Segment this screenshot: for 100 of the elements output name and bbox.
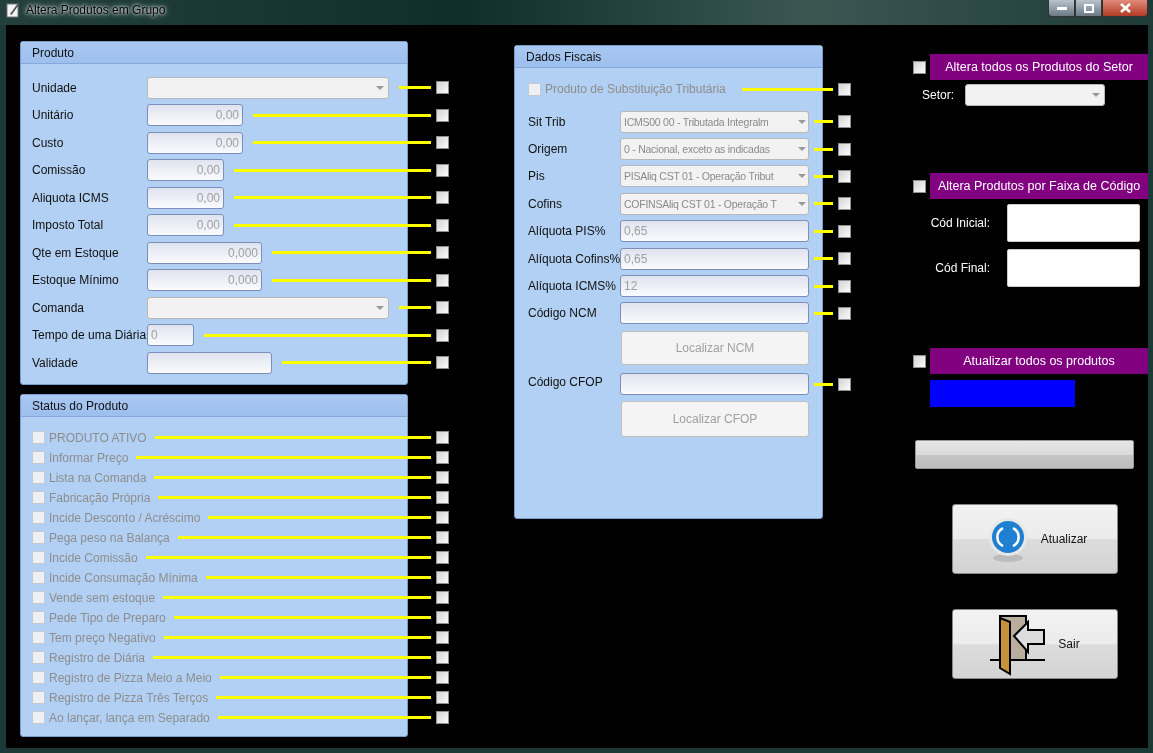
input-field[interactable]: 0,000 <box>147 269 262 292</box>
caret-icon <box>798 201 806 206</box>
notepad-icon <box>6 2 20 18</box>
dropdown[interactable] <box>965 84 1105 106</box>
checkbox[interactable] <box>838 142 851 156</box>
dropdown[interactable] <box>147 296 389 319</box>
checkbox[interactable] <box>436 273 449 287</box>
field-label: Unidade <box>32 79 78 97</box>
field-label: Alíquota ICMS% <box>528 278 618 296</box>
checkbox-label: Registro de Diária <box>49 649 146 667</box>
panel-title: Status do Produto <box>21 394 407 417</box>
leader-line <box>399 306 431 310</box>
checkbox[interactable] <box>436 356 449 370</box>
checkbox-label: Produto de Substituição Tributária <box>545 81 726 98</box>
input-field[interactable]: 0,00 <box>147 186 224 209</box>
checkbox[interactable] <box>436 328 449 342</box>
checkbox[interactable] <box>838 252 851 266</box>
checkbox-label: Ao lançar, lança em Separado <box>49 709 210 727</box>
checkbox[interactable] <box>436 108 449 122</box>
field-label: Tempo de uma Diária <box>32 327 147 345</box>
minimize-icon <box>1056 6 1067 10</box>
maximize-icon <box>1083 3 1094 13</box>
input-field[interactable] <box>1007 204 1140 242</box>
leader-line <box>814 229 833 233</box>
checkbox-label: Pede Tipo de Preparo <box>49 609 166 627</box>
checkbox[interactable] <box>436 136 449 150</box>
checkbox-label: Fabricação Própria <box>49 489 151 507</box>
maximize-button[interactable] <box>1075 0 1102 17</box>
input-field[interactable]: 0 <box>147 324 194 347</box>
leader-line <box>399 86 431 90</box>
field-label: Código CFOP <box>528 374 604 392</box>
field-label: Comanda <box>32 299 86 317</box>
checkbox-label: Registro de Pizza Meio a Meio <box>49 669 212 687</box>
input-field[interactable] <box>147 351 272 374</box>
input-field[interactable]: 0,00 <box>147 104 243 127</box>
field-label: Aliquota ICMS <box>32 189 110 207</box>
field-label: Setor: <box>921 87 955 104</box>
input-field[interactable]: 0,00 <box>147 131 243 154</box>
field-label: Sit Trib <box>528 113 567 131</box>
caret-icon <box>798 147 806 152</box>
close-button[interactable] <box>1102 0 1148 17</box>
field-label: Código NCM <box>528 305 598 323</box>
input-field[interactable] <box>620 302 809 325</box>
action-button[interactable]: Sair <box>952 609 1118 679</box>
field-label: Cód Final: <box>934 260 990 277</box>
field-label: Estoque Mínimo <box>32 272 120 290</box>
checkbox[interactable] <box>838 306 851 320</box>
dropdown[interactable]: 0 - Nacional, exceto as indicadas <box>620 138 809 161</box>
checkbox-label: PRODUTO ATIVO <box>49 429 147 447</box>
action-button[interactable]: Atualizar <box>952 504 1118 574</box>
window-title: Altera Produtos em Grupo <box>26 2 166 19</box>
section-header: Altera Produtos por Faixa de Código <box>930 173 1148 199</box>
checkbox-label: Tem preço Negativo <box>49 629 156 647</box>
checkbox-label: Incide Consumação Mínima <box>49 569 198 587</box>
checkbox-label: Pega peso na Balança <box>49 529 170 547</box>
leader-line <box>814 284 833 288</box>
field-label: Imposto Total <box>32 217 105 235</box>
checkbox[interactable] <box>436 191 449 205</box>
leader-line <box>814 257 833 261</box>
input-field[interactable]: 0,65 <box>620 247 809 270</box>
dropdown[interactable]: ICMS00 00 - Tributada Integralm <box>620 110 809 133</box>
checkbox[interactable] <box>838 115 851 129</box>
checkbox[interactable] <box>436 163 449 177</box>
dropdown[interactable] <box>147 76 389 99</box>
checkbox[interactable] <box>838 169 851 183</box>
checkbox[interactable] <box>436 218 449 232</box>
leader-line <box>814 120 833 124</box>
input-field[interactable]: 0,65 <box>620 220 809 243</box>
leader-line <box>814 202 833 206</box>
field-label: Alíquota Cofins% <box>528 250 620 268</box>
checkbox[interactable] <box>436 246 449 260</box>
field-label: Unitário <box>32 107 75 125</box>
input-field[interactable]: 12 <box>620 275 809 298</box>
dropdown[interactable]: PISAliq CST 01 - Operação Tribut <box>620 165 809 188</box>
checkbox-label: Incide Desconto / Acréscimo <box>49 509 201 527</box>
leader-line <box>814 174 833 178</box>
input-field[interactable]: 0,00 <box>147 214 224 237</box>
input-field[interactable]: 0,00 <box>147 159 224 182</box>
checkbox[interactable] <box>436 301 449 315</box>
minimize-button[interactable] <box>1048 0 1075 17</box>
dropdown[interactable]: COFINSAliq CST 01 - Operação T <box>620 192 809 215</box>
leader-line <box>814 383 833 387</box>
checkbox[interactable] <box>838 279 851 293</box>
checkbox[interactable] <box>838 224 851 238</box>
field-label: Origem <box>528 141 569 159</box>
checkbox[interactable] <box>436 81 449 95</box>
panel-title: Dados Fiscais <box>515 46 822 68</box>
input-field[interactable] <box>1007 249 1140 287</box>
checkbox[interactable] <box>913 179 926 193</box>
checkbox[interactable] <box>913 60 926 74</box>
caret-icon <box>376 85 384 90</box>
checkbox-label: Registro de Pizza Três Terços <box>49 689 209 707</box>
checkbox[interactable] <box>838 378 851 392</box>
leader-line <box>814 311 833 315</box>
input-field[interactable]: 0,000 <box>147 241 262 264</box>
checkbox[interactable] <box>913 354 926 368</box>
field-label: Pis <box>528 168 546 186</box>
checkbox[interactable] <box>838 197 851 211</box>
checkbox-label: Lista na Comanda <box>49 469 147 487</box>
input-field[interactable] <box>620 373 809 396</box>
